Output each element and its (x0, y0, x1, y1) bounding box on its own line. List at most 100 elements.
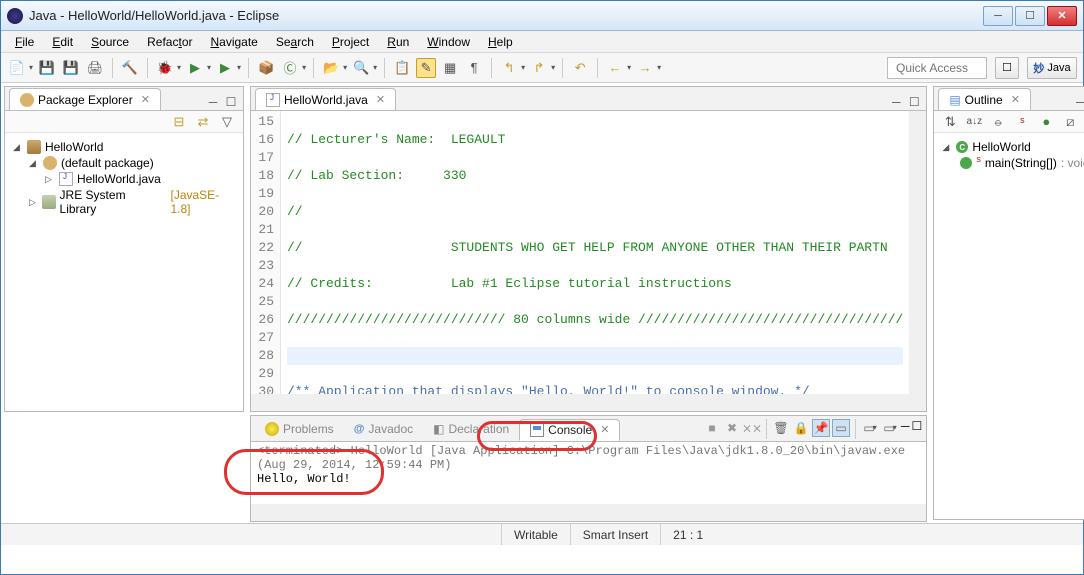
method-icon (960, 157, 972, 169)
toggle-block-button[interactable]: ▦ (440, 58, 460, 78)
close-icon[interactable]: ✕ (1011, 93, 1020, 106)
save-button[interactable]: 💾 (37, 58, 57, 78)
outline-pane: ▤ Outline ✕ ─ ☐ ⇅ a↓z ⦵ ˢ ● ⧄ ▽ ◢CHelloW… (933, 86, 1084, 520)
menu-refactor[interactable]: Refactor (139, 33, 200, 51)
menu-search[interactable]: Search (268, 33, 322, 51)
debug-button[interactable]: 🐞 (155, 58, 175, 78)
remove-all-button[interactable]: ⨯⨯ (743, 419, 761, 437)
clear-console-button[interactable]: 🗑 (772, 419, 790, 437)
new-class-button[interactable]: Ⓒ (280, 58, 300, 78)
new-console-button[interactable]: ▭▾ (881, 419, 899, 437)
menu-run[interactable]: Run (379, 33, 417, 51)
annotation-prev-button[interactable]: ↰ (499, 58, 519, 78)
print-button[interactable]: 🖨 (85, 58, 105, 78)
problems-icon (265, 422, 279, 436)
package-icon (20, 93, 34, 107)
hide-nonpublic-button[interactable]: ● (1036, 112, 1056, 132)
project-node[interactable]: ◢HelloWorld (13, 139, 235, 155)
java-perspective-button[interactable]: 妙Java (1027, 57, 1077, 79)
minimize-button[interactable]: ─ (983, 6, 1013, 26)
quick-access-input[interactable] (887, 57, 987, 79)
back-button[interactable]: ← (605, 58, 625, 78)
open-task-button[interactable]: 📋 (392, 58, 412, 78)
close-icon[interactable]: ✕ (600, 423, 609, 436)
outline-tab[interactable]: ▤ Outline ✕ (938, 88, 1031, 110)
code-editor[interactable]: 15161718192021222324-252627282930313233 … (251, 111, 926, 394)
package-node[interactable]: ◢(default package) (13, 155, 235, 171)
status-writable: Writable (501, 524, 570, 545)
menu-file[interactable]: File (7, 33, 42, 51)
minimize-view-button[interactable]: ─ (901, 419, 910, 439)
code-area[interactable]: // Lecturer's Name: LEGAULT // Lab Secti… (281, 111, 909, 394)
outline-method-node[interactable]: smain(String[]) : void (942, 155, 1084, 171)
status-insert-mode: Smart Insert (570, 524, 660, 545)
line-gutter: 15161718192021222324-252627282930313233 (251, 111, 281, 394)
tab-problems[interactable]: Problems (255, 419, 344, 439)
window-title: Java - HelloWorld/HelloWorld.java - Ecli… (29, 8, 983, 23)
new-button[interactable]: 📄 (7, 58, 27, 78)
save-all-button[interactable]: 💾 (61, 58, 81, 78)
jre-library-node[interactable]: ▷JRE System Library [JavaSE-1.8] (13, 187, 235, 217)
package-explorer-tab[interactable]: Package Explorer ✕ (9, 88, 161, 110)
outline-title: Outline (965, 93, 1003, 107)
maximize-view-button[interactable]: ☐ (912, 419, 923, 439)
search-button[interactable]: 🔍 (351, 58, 371, 78)
hide-static-button[interactable]: ˢ (1012, 112, 1032, 132)
vertical-scrollbar[interactable] (909, 111, 926, 394)
open-console-button[interactable]: ▭▾ (861, 419, 879, 437)
tab-declaration[interactable]: ◧Declaration (423, 419, 519, 439)
maximize-view-button[interactable]: ☐ (906, 94, 922, 110)
forward-button[interactable]: → (635, 58, 655, 78)
scroll-lock-button[interactable]: 🔒 (792, 419, 810, 437)
minimize-view-button[interactable]: ─ (1072, 94, 1084, 110)
toggle-mark-button[interactable]: ✎ (416, 58, 436, 78)
sort-alpha-button[interactable]: a↓z (964, 112, 984, 132)
last-edit-button[interactable]: ↶ (570, 58, 590, 78)
menu-window[interactable]: Window (419, 33, 478, 51)
remove-launch-button[interactable]: ✖ (723, 419, 741, 437)
open-perspective-button[interactable]: ☐ (995, 57, 1019, 79)
build-button[interactable]: 🔨 (120, 58, 140, 78)
terminate-button[interactable]: ■ (703, 419, 721, 437)
tab-console[interactable]: Console✕ (519, 419, 620, 441)
annotation-next-button[interactable]: ↱ (529, 58, 549, 78)
menu-help[interactable]: Help (480, 33, 521, 51)
menu-project[interactable]: Project (324, 33, 377, 51)
hide-local-button[interactable]: ⧄ (1060, 112, 1080, 132)
show-whitespace-button[interactable]: ¶ (464, 58, 484, 78)
project-icon (27, 140, 41, 154)
menu-edit[interactable]: Edit (44, 33, 81, 51)
minimize-view-button[interactable]: ─ (205, 94, 221, 110)
tab-javadoc[interactable]: @Javadoc (344, 419, 423, 439)
editor-tab-helloworld[interactable]: HelloWorld.java ✕ (255, 88, 396, 110)
open-type-button[interactable]: 📂 (321, 58, 341, 78)
sort-button[interactable]: ⇅ (940, 112, 960, 132)
link-editor-button[interactable]: ⇄ (193, 112, 213, 132)
declaration-icon: ◧ (433, 422, 444, 436)
titlebar: Java - HelloWorld/HelloWorld.java - Ecli… (1, 1, 1083, 31)
hide-fields-button[interactable]: ⦵ (988, 112, 1008, 132)
menubar: File Edit Source Refactor Navigate Searc… (1, 31, 1083, 53)
new-package-button[interactable]: 📦 (256, 58, 276, 78)
menu-navigate[interactable]: Navigate (202, 33, 265, 51)
menu-source[interactable]: Source (83, 33, 137, 51)
maximize-view-button[interactable]: ☐ (223, 94, 239, 110)
collapse-all-button[interactable]: ⊟ (169, 112, 189, 132)
outline-class-node[interactable]: ◢CHelloWorld (942, 139, 1084, 155)
close-icon[interactable]: ✕ (141, 93, 150, 106)
display-console-button[interactable]: ▭ (832, 419, 850, 437)
outline-icon: ▤ (949, 93, 960, 107)
minimize-view-button[interactable]: ─ (888, 94, 904, 110)
horizontal-scrollbar[interactable] (251, 504, 926, 521)
maximize-button[interactable]: ☐ (1015, 6, 1045, 26)
close-icon[interactable]: ✕ (376, 93, 385, 106)
console-output[interactable]: <terminated> HelloWorld [Java Applicatio… (251, 442, 926, 504)
status-cursor-position: 21 : 1 (660, 524, 715, 545)
horizontal-scrollbar[interactable] (251, 394, 926, 411)
run-button[interactable]: ▶ (185, 58, 205, 78)
close-button[interactable]: ✕ (1047, 6, 1077, 26)
java-file-node[interactable]: ▷HelloWorld.java (13, 171, 235, 187)
coverage-button[interactable]: ▶ (215, 58, 235, 78)
pin-console-button[interactable]: 📌 (812, 419, 830, 437)
view-menu-button[interactable]: ▽ (217, 112, 237, 132)
